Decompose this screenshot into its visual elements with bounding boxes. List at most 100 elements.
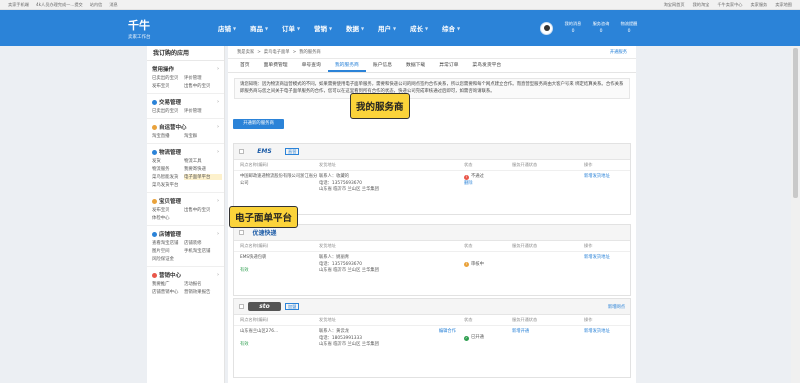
sidebar-item[interactable]: 我要寄快递 <box>184 166 222 172</box>
sidebar-item[interactable]: 手机淘宝店铺 <box>184 248 222 254</box>
section-heading: 店铺管理 <box>159 232 182 238</box>
tab-home[interactable]: 首页 <box>233 60 257 72</box>
sidebar-section: 物流管理 › 发货 物流工具 物流服务 我要寄快递 菜鸟智能发货 电子面单平台 菜鸟发货… <box>147 144 224 193</box>
sidebar-item-e-waybill[interactable]: 电子面单平台 <box>184 174 222 180</box>
add-address-link[interactable]: 新增发货地址 <box>584 329 634 349</box>
nav-item[interactable]: 营销 ▼ <box>314 10 346 46</box>
trade-icon <box>152 99 157 105</box>
topbar-link[interactable]: 4k人员办理完成一...提交 <box>36 2 83 8</box>
breadcrumb-link[interactable]: 我是卖家 <box>237 49 254 55</box>
sidebar-item[interactable]: 店铺装修 <box>184 240 222 246</box>
topbar-link[interactable]: 我的淘宝 <box>693 2 710 8</box>
sidebar-item[interactable]: 风险保证金 <box>152 256 184 262</box>
edit-partner-link[interactable]: 编辑合作 <box>439 329 456 349</box>
stat-messages[interactable]: 我的消息 0 <box>559 21 587 35</box>
sidebar-item[interactable]: 我要推广 <box>152 281 184 287</box>
sidebar-item[interactable]: 图片空间 <box>152 248 184 254</box>
nav-menu: 店铺 ▼ 商品 ▼ 订单 ▼ 营销 ▼ 数据 ▼ 用户 ▼ 成长 ▼ 综合 ▼ <box>218 10 474 46</box>
nav-item[interactable]: 店铺 ▼ <box>218 10 250 46</box>
topbar-link[interactable]: 卖家服务 <box>750 2 767 8</box>
provider-card: 优速快递 网点名称(编码) 发货地址 状态 服务开通状态 操作 EMS快递包裹 有效 联系… <box>233 224 631 296</box>
sidebar-item[interactable]: 发货 <box>152 158 184 164</box>
scrollbar[interactable] <box>791 46 800 383</box>
topbar-link[interactable]: 淘宝网首页 <box>664 2 685 8</box>
sidebar-item[interactable]: 评价管理 <box>184 75 222 81</box>
sidebar-item[interactable]: 出售中的宝贝 <box>184 207 222 213</box>
sidebar-section: 营销中心 › 我要推广 活动报名 店铺营销中心 营销效果报告 <box>147 267 224 299</box>
sidebar-item[interactable]: 菜鸟智能发货 <box>152 174 184 180</box>
ship-address: 联系人：收藏的 电话：13575693670 山东省 临沂市 兰山区 兰华集团 <box>319 174 379 193</box>
chevron-down-icon: ▼ <box>265 25 269 31</box>
scroll-thumb[interactable] <box>793 48 798 198</box>
nav-item[interactable]: 综合 ▼ <box>442 10 474 46</box>
checkbox[interactable] <box>239 304 244 309</box>
nav-item[interactable]: 数据 ▼ <box>346 10 378 46</box>
sidebar-item[interactable]: 营销效果报告 <box>184 289 222 295</box>
sidebar-item[interactable]: 物流工具 <box>184 158 222 164</box>
table-row: 中国邮政速递物流股份有限公司浙江省分公司 联系人：收藏的 电话：13575693… <box>234 171 630 197</box>
chevron-right-icon[interactable]: › <box>217 66 219 72</box>
logo[interactable]: 千牛 卖家工作台 <box>128 17 218 40</box>
nav-item[interactable]: 商品 ▼ <box>250 10 282 46</box>
sidebar-item[interactable]: 已卖出的宝贝 <box>152 75 184 81</box>
checkbox[interactable] <box>239 149 244 154</box>
tab-download[interactable]: 数据下载 <box>399 60 432 72</box>
ship-address: 联系人：黄云龙 电话：18053991333 山东省 临沂市 兰山区 兰华集团 <box>319 329 379 348</box>
sidebar-item[interactable]: 已卖出的宝贝 <box>152 108 184 114</box>
open-service-link[interactable]: 开通服务 <box>610 49 627 55</box>
section-heading: 自运营中心 <box>159 125 187 131</box>
checkbox[interactable] <box>239 230 244 235</box>
sidebar-item[interactable]: 发布宝贝 <box>152 83 184 89</box>
sidebar-item[interactable]: 物流服务 <box>152 166 184 172</box>
provider-card: EMS 直营 网点名称(编码) 发货地址 状态 服务开通状态 操作 中国邮政速递物流股份… <box>233 143 631 215</box>
nav-item[interactable]: 成长 ▼ <box>410 10 442 46</box>
topbar-link[interactable]: 卖家地图 <box>775 2 792 8</box>
topbar-link[interactable]: 站内信 <box>90 2 103 8</box>
sidebar-item[interactable]: 出售中的宝贝 <box>184 83 222 89</box>
tab-fee[interactable]: 面单费管理 <box>257 60 295 72</box>
sidebar-item[interactable]: 查看淘宝店铺 <box>152 240 184 246</box>
delete-link[interactable]: 删除 <box>464 181 473 186</box>
truck-icon <box>152 149 157 155</box>
chevron-right-icon[interactable]: › <box>217 149 219 155</box>
chevron-right-icon[interactable]: › <box>217 231 219 237</box>
sidebar-item[interactable]: 体检中心 <box>152 215 184 221</box>
breadcrumb-link[interactable]: 菜鸟电子面单 <box>264 49 290 55</box>
avatar[interactable] <box>540 21 553 35</box>
sidebar-item[interactable]: 淘宝直播 <box>152 133 184 139</box>
sidebar-item[interactable]: 发布宝贝 <box>152 207 184 213</box>
chevron-right-icon[interactable]: › <box>217 198 219 204</box>
nav-item[interactable]: 用户 ▼ <box>378 10 410 46</box>
sto-logo: sto <box>248 302 281 311</box>
chevron-right-icon[interactable]: › <box>217 272 219 278</box>
new-activation-link[interactable]: 新增开通 <box>512 329 584 349</box>
tab-exceptions[interactable]: 异常订单 <box>432 60 465 72</box>
nav-item[interactable]: 订单 ▼ <box>282 10 314 46</box>
add-address-link[interactable]: 新增发货地址 <box>584 174 634 194</box>
tab-query[interactable]: 单号查询 <box>295 60 328 72</box>
stat-logistics[interactable]: 物流提醒 0 <box>615 21 643 35</box>
chevron-right-icon[interactable]: › <box>217 99 219 105</box>
chevron-down-icon: ▼ <box>393 25 397 31</box>
sidebar-item[interactable]: 店铺营销中心 <box>152 289 184 295</box>
add-address-link[interactable]: 新增发货地址 <box>584 255 634 275</box>
tab-account[interactable]: 账户信息 <box>366 60 399 72</box>
open-new-provider-button[interactable]: 开通新的服务商 <box>233 119 284 129</box>
table-row: 山东省兰山区276... 有效 联系人：黄云龙 电话：18053991333 山东… <box>234 326 630 352</box>
notice-box: 请您知晓：因为物流商运营模式的不同，如果需要使用电子面单服务，需要和快递公司的网… <box>234 78 630 99</box>
stat-consult[interactable]: 服务咨询 0 <box>587 21 615 35</box>
topbar-link[interactable]: 千牛卖家中心 <box>717 2 742 8</box>
chevron-right-icon[interactable]: › <box>217 124 219 130</box>
section-heading: 物流管理 <box>159 150 182 156</box>
topbar-link[interactable]: 消息 <box>109 2 117 8</box>
add-branch-link[interactable]: 新增网点 <box>608 304 625 310</box>
sidebar-item[interactable]: 评价管理 <box>184 108 222 114</box>
tab-my-providers[interactable]: 我的服务商 <box>327 60 366 72</box>
sidebar-item[interactable]: 菜鸟发货平台 <box>152 182 184 188</box>
sidebar-section: 交易管理 › 已卖出的宝贝 评价管理 <box>147 94 224 119</box>
tab-cainiao[interactable]: 菜鸟发货平台 <box>465 60 508 72</box>
sidebar-item[interactable]: 淘宝群 <box>184 133 222 139</box>
breadcrumb: 我是卖家 > 菜鸟电子面单 > 我的服务商 开通服务 <box>228 46 636 59</box>
sidebar-item[interactable]: 活动报名 <box>184 281 222 287</box>
topbar-link[interactable]: 卖家手机端 <box>8 2 29 8</box>
